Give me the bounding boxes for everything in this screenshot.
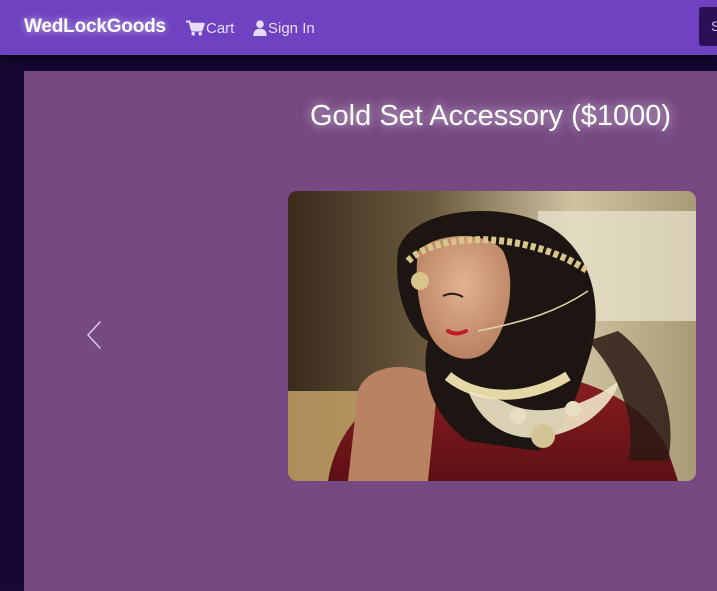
nav-cart-label: Cart — [206, 19, 235, 37]
search-button[interactable]: S — [699, 7, 717, 46]
brand-link[interactable]: WedLockGoods — [24, 16, 166, 38]
nav-cart-link[interactable]: Cart — [186, 18, 234, 38]
carousel-prev-button[interactable] — [80, 318, 108, 356]
top-navbar: WedLockGoods Cart Sign In S — [0, 0, 717, 55]
nav-signin-label: Sign In — [268, 19, 315, 37]
nav-signin-link[interactable]: Sign In — [253, 18, 315, 38]
cart-icon — [186, 20, 205, 36]
chevron-left-icon — [86, 320, 102, 355]
user-icon — [253, 20, 267, 36]
product-photo[interactable] — [288, 191, 696, 481]
product-title: Gold Set Accessory ($1000) — [310, 100, 672, 132]
